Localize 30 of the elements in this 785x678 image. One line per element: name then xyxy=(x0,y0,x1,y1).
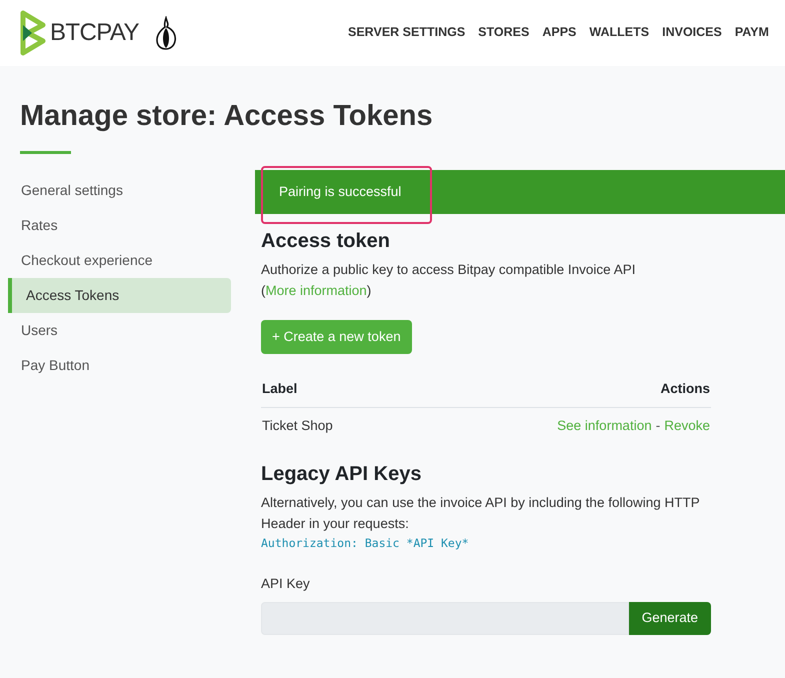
sidebar-item[interactable]: Rates xyxy=(8,208,231,243)
column-header: Actions xyxy=(660,380,710,398)
section-heading: Access token xyxy=(261,229,390,254)
nav-link[interactable]: PAYM xyxy=(734,23,769,42)
description-text: Alternatively, you can use the invoice API by including the following HTTP Header in your requests: xyxy=(261,494,700,533)
field-label: API Key xyxy=(261,574,310,593)
api-key-field[interactable] xyxy=(261,602,629,635)
sidebar-item[interactable]: General settings xyxy=(8,173,231,208)
column-header: Label xyxy=(262,380,298,398)
page-title: Manage store: Access Tokens xyxy=(20,99,433,134)
nav-link[interactable]: SERVER SETTINGS xyxy=(348,23,466,42)
sidebar-item[interactable]: Checkout experience xyxy=(8,243,231,278)
sidebar-item[interactable]: Users xyxy=(8,313,231,348)
table-cell-text: Ticket Shop xyxy=(262,417,333,436)
separator-text: - xyxy=(656,417,660,436)
generate-button[interactable]: Generate xyxy=(628,602,711,635)
description-text: Authorize a public key to access Bitpay compatible Invoice API (More information) xyxy=(261,261,636,300)
nav-link[interactable]: INVOICES xyxy=(662,23,722,42)
logo-icon xyxy=(20,10,46,56)
title-underline xyxy=(20,151,71,154)
section-heading: Legacy API Keys xyxy=(261,462,422,486)
logo-text: BTCPAY xyxy=(50,18,139,48)
code-text: Authorization: Basic *API Key* xyxy=(261,534,469,552)
nav-link[interactable]: WALLETS xyxy=(589,23,650,42)
nav-link[interactable]: STORES xyxy=(478,23,530,42)
nav-link[interactable]: APPS xyxy=(542,23,576,42)
success-alert: Pairing is successful xyxy=(255,170,785,214)
onion-icon xyxy=(154,16,177,50)
sidebar-item[interactable]: Pay Button xyxy=(8,348,231,383)
sidebar-item[interactable]: Access Tokens xyxy=(8,278,231,313)
